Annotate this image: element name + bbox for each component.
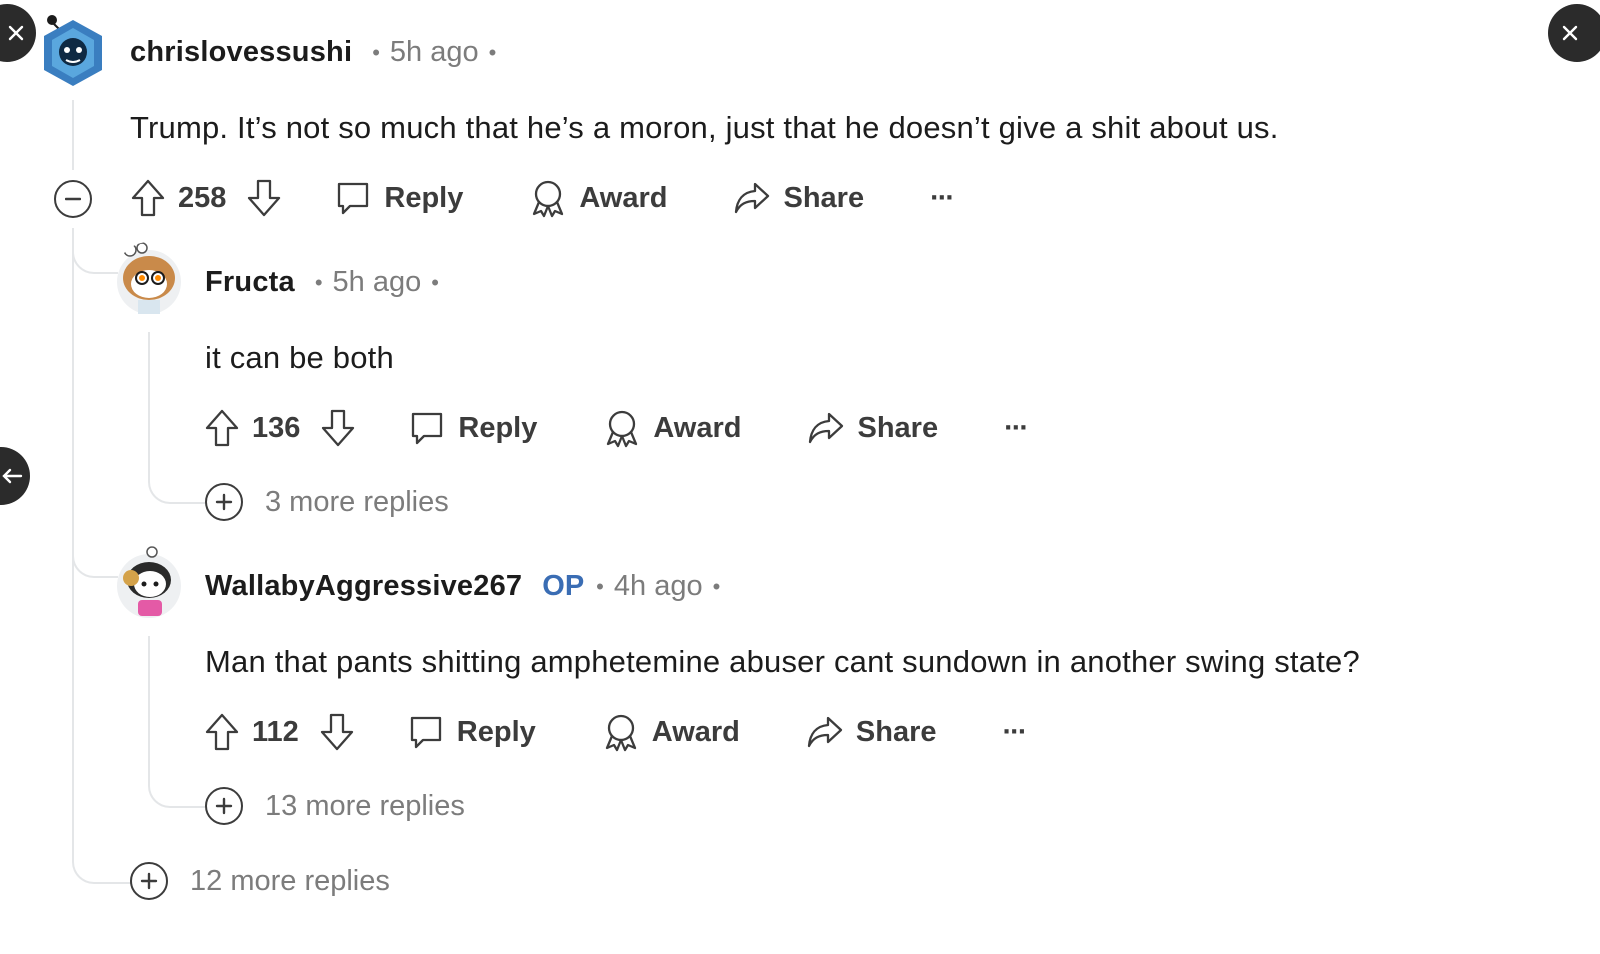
share-button[interactable]: Share — [733, 180, 864, 216]
more-options-button[interactable]: ··· — [930, 181, 955, 215]
comment-meta: WallabyAggressive267 OP • 4h ago • — [205, 570, 730, 603]
thread-branch-wallaby — [72, 540, 118, 578]
upvote-icon[interactable] — [204, 712, 240, 752]
more-replies-label: 12 more replies — [190, 864, 390, 897]
more-replies-label: 3 more replies — [265, 485, 449, 518]
expand-icon — [205, 483, 243, 521]
share-button[interactable]: Share — [806, 714, 937, 750]
reply-button[interactable]: Reply — [408, 409, 537, 447]
upvote-icon[interactable] — [204, 408, 240, 448]
separator-dot: • — [314, 269, 323, 295]
award-icon — [605, 714, 636, 752]
reply-icon — [412, 412, 443, 445]
close-button-right[interactable] — [1548, 4, 1600, 62]
reply-label: Reply — [384, 181, 464, 214]
award-icon — [533, 180, 564, 218]
vote-group: 258 — [130, 178, 282, 218]
timestamp[interactable]: 5h ago — [333, 266, 422, 299]
separator-dot: • — [372, 39, 380, 65]
more-options-label: ··· — [930, 181, 955, 214]
thread-line-main[interactable] — [72, 100, 74, 170]
back-button[interactable] — [0, 447, 30, 505]
reply-button[interactable]: Reply — [407, 713, 536, 751]
avatar[interactable] — [114, 242, 184, 316]
collapse-button[interactable] — [54, 180, 92, 218]
author-name[interactable]: Fructa — [205, 266, 295, 299]
more-replies-link[interactable]: 13 more replies — [205, 787, 465, 825]
comment-body: Trump. It’s not so much that he’s a moro… — [130, 110, 1279, 145]
separator-dot: • — [596, 573, 604, 599]
thread-branch-wallaby-more — [148, 764, 206, 808]
more-replies-link[interactable]: 12 more replies — [130, 862, 390, 900]
more-options-button[interactable]: ··· — [1002, 715, 1028, 749]
award-label: Award — [651, 715, 740, 748]
more-options-button[interactable]: ··· — [1004, 411, 1029, 445]
vote-score: 112 — [252, 715, 299, 748]
more-replies-label: 13 more replies — [265, 789, 465, 822]
vote-score: 136 — [252, 411, 301, 444]
award-button[interactable]: Award — [602, 712, 740, 752]
avatar[interactable] — [114, 546, 184, 620]
share-label: Share — [857, 411, 939, 444]
reply-label: Reply — [456, 715, 536, 748]
share-label: Share — [783, 181, 865, 214]
downvote-icon[interactable] — [319, 712, 355, 752]
reply-label: Reply — [458, 411, 538, 444]
avatar[interactable] — [38, 14, 108, 90]
upvote-icon[interactable] — [130, 178, 166, 218]
expand-icon — [205, 787, 243, 825]
more-options-label: ··· — [1004, 411, 1029, 444]
award-label: Award — [653, 411, 742, 444]
author-name[interactable]: WallabyAggressive267 — [205, 570, 522, 603]
thread-line-fructa[interactable] — [148, 332, 150, 472]
close-icon — [8, 25, 24, 41]
timestamp[interactable]: 4h ago — [614, 570, 703, 603]
thread-branch-more-replies — [72, 840, 132, 884]
comment-actions: 112 Reply Award Share ··· — [204, 712, 1028, 752]
expand-icon — [130, 862, 168, 900]
separator-dot: • — [488, 39, 497, 65]
share-button[interactable]: Share — [807, 410, 938, 446]
more-replies-link[interactable]: 3 more replies — [205, 483, 449, 521]
timestamp[interactable]: 5h ago — [390, 36, 479, 69]
close-button[interactable] — [0, 4, 36, 62]
share-icon — [809, 412, 844, 444]
downvote-icon[interactable] — [320, 408, 356, 448]
thread-branch-fructa — [72, 230, 118, 274]
share-label: Share — [855, 715, 937, 748]
reply-button[interactable]: Reply — [334, 179, 463, 217]
reply-icon — [410, 716, 441, 749]
reply-icon — [338, 182, 369, 215]
comment-actions: 136 Reply Award Share ··· — [204, 408, 1029, 448]
author-name[interactable]: chrislovessushi — [130, 36, 352, 69]
comment-actions: 258 Reply Award Share ··· — [130, 178, 955, 218]
comment-thread: chrislovessushi • 5h ago • Trump. It’s n… — [0, 0, 1600, 954]
vote-group: 112 — [204, 712, 355, 752]
separator-dot: • — [712, 573, 721, 599]
op-badge: OP — [542, 570, 585, 602]
award-icon — [607, 410, 638, 448]
close-icon — [1562, 25, 1578, 41]
thread-line-wallaby[interactable] — [148, 636, 150, 776]
collapse-icon — [65, 197, 81, 201]
award-button[interactable]: Award — [529, 178, 667, 218]
comment-body: Man that pants shitting amphetemine abus… — [205, 644, 1360, 679]
comment-meta: chrislovessushi • 5h ago • — [130, 36, 506, 69]
comment-meta: Fructa • 5h ago • — [205, 266, 449, 299]
more-options-label: ··· — [1002, 715, 1028, 748]
separator-dot: • — [431, 269, 439, 295]
vote-score: 258 — [178, 181, 227, 214]
award-button[interactable]: Award — [603, 408, 741, 448]
award-label: Award — [579, 181, 668, 214]
downvote-icon[interactable] — [246, 178, 282, 218]
share-icon — [735, 182, 770, 214]
back-arrow-icon — [2, 468, 23, 484]
comment-body: it can be both — [205, 340, 394, 375]
thread-branch-fructa-more — [148, 460, 206, 504]
vote-group: 136 — [204, 408, 356, 448]
share-icon — [807, 716, 843, 748]
